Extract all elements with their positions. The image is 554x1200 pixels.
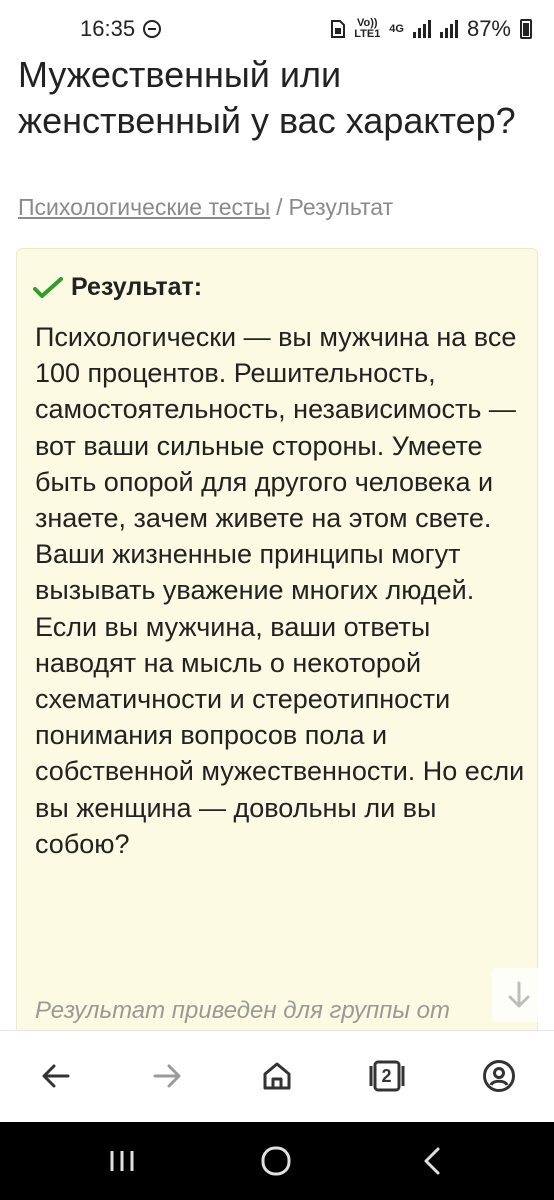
page-content: Мужественный или женственный у вас харак… bbox=[0, 0, 554, 1030]
forward-button[interactable] bbox=[142, 1051, 192, 1101]
battery-icon bbox=[520, 19, 532, 39]
home-button[interactable] bbox=[252, 1051, 302, 1101]
account-button[interactable] bbox=[474, 1051, 524, 1101]
signal-icon-2 bbox=[439, 20, 458, 38]
sim-icon bbox=[331, 20, 346, 38]
recent-apps-button[interactable] bbox=[92, 1136, 152, 1186]
system-back-button[interactable] bbox=[402, 1136, 462, 1186]
checkmark-icon bbox=[33, 276, 63, 298]
battery-percent: 87% bbox=[466, 16, 511, 41]
result-text: Психологически — вы мужчина на все 100 п… bbox=[35, 322, 525, 859]
back-button[interactable] bbox=[31, 1051, 81, 1101]
account-icon bbox=[483, 1060, 515, 1092]
system-navigation-bar bbox=[0, 1122, 554, 1200]
home-circle-icon bbox=[261, 1146, 291, 1176]
arrow-down-icon bbox=[508, 981, 530, 1008]
system-home-button[interactable] bbox=[246, 1136, 306, 1186]
scroll-down-button[interactable] bbox=[492, 968, 546, 1022]
do-not-disturb-icon bbox=[143, 20, 162, 38]
chevron-left-icon bbox=[424, 1147, 440, 1175]
network-type-icon: 4G bbox=[389, 22, 404, 35]
tabs-button[interactable]: 2 bbox=[362, 1051, 412, 1101]
volte-icon: Vo)) LTE1 bbox=[354, 17, 381, 40]
breadcrumb-link-tests[interactable]: Психологические тесты bbox=[18, 194, 270, 220]
breadcrumb-separator: / bbox=[276, 194, 283, 220]
result-box: Результат: Психологически — вы мужчина н… bbox=[16, 248, 538, 1030]
recent-apps-icon bbox=[110, 1151, 134, 1171]
signal-icon bbox=[412, 20, 431, 38]
clock: 16:35 bbox=[80, 16, 136, 41]
status-bar: 16:35 Vo)) LTE1 4G 87% bbox=[0, 0, 554, 58]
breadcrumb: Психологические тесты / Результат bbox=[18, 194, 393, 221]
status-left: 16:35 bbox=[80, 16, 162, 42]
arrow-left-icon bbox=[42, 1064, 70, 1088]
page-title: Мужественный или женственный у вас харак… bbox=[18, 54, 516, 141]
browser-toolbar: 2 bbox=[0, 1030, 554, 1122]
arrow-right-icon bbox=[153, 1064, 181, 1088]
result-note: Результат приведен для группы от bbox=[35, 997, 451, 1024]
tabs-count: 2 bbox=[381, 1066, 392, 1086]
breadcrumb-current: Результат bbox=[288, 194, 394, 220]
status-right: Vo)) LTE1 4G 87% bbox=[331, 16, 532, 42]
home-icon bbox=[263, 1062, 291, 1090]
result-heading-label: Результат: bbox=[71, 273, 203, 301]
result-heading: Результат: bbox=[33, 273, 202, 302]
